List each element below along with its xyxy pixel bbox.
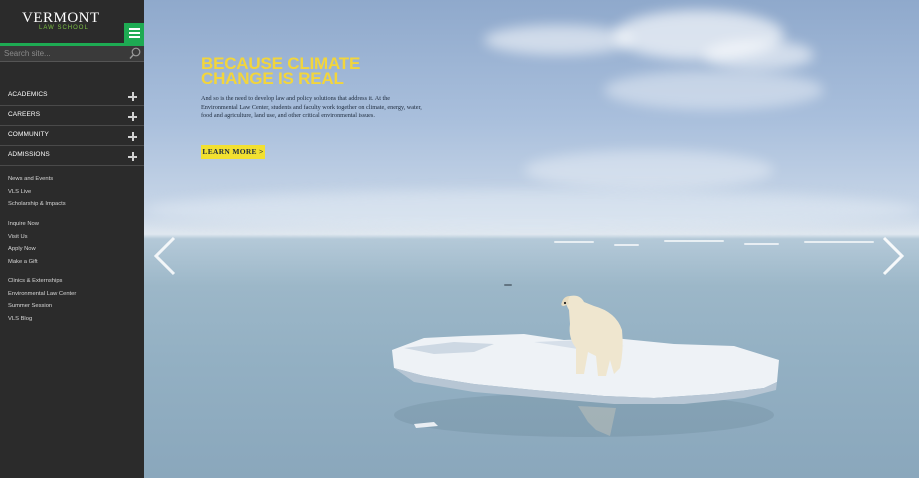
nav-item-academics[interactable]: ACADEMICS (0, 86, 144, 106)
link-vls-blog[interactable]: VLS Blog (8, 313, 138, 326)
nav-item-label: COMMUNITY (8, 131, 49, 138)
hamburger-line (128, 28, 140, 30)
plus-icon[interactable] (128, 132, 137, 141)
search-icon[interactable] (129, 47, 141, 60)
sidebar: VERMONT LAW SCHOOL ACADEMICS CAREERS COM… (0, 0, 144, 478)
link-apply-now[interactable]: Apply Now (8, 243, 138, 256)
link-vls-live[interactable]: VLS Live (8, 186, 138, 199)
nav-item-label: ADMISSIONS (8, 151, 50, 158)
hamburger-line (128, 32, 140, 34)
hero-body: And so is the need to develop law and po… (201, 95, 422, 119)
polar-bear-image (392, 295, 779, 437)
learn-more-button[interactable]: LEARN MORE > (201, 145, 265, 159)
search-input[interactable] (0, 46, 124, 61)
plus-icon[interactable] (128, 92, 137, 101)
quick-links-news: News and Events VLS Live Scholarship & I… (8, 173, 138, 211)
logo-subtitle: LAW SCHOOL (39, 25, 89, 31)
hero-title: BECAUSE CLIMATE CHANGE IS REAL (201, 54, 361, 88)
plus-icon[interactable] (128, 152, 137, 161)
hero-slider: BECAUSE CLIMATE CHANGE IS REAL And so is… (144, 0, 919, 478)
logo[interactable]: VERMONT LAW SCHOOL (0, 0, 124, 43)
link-clinics-externships[interactable]: Clinics & Externships (8, 275, 138, 288)
cloud (604, 70, 824, 110)
link-summer-session[interactable]: Summer Session (8, 300, 138, 313)
nav-item-community[interactable]: COMMUNITY (0, 126, 144, 146)
hamburger-icon[interactable] (124, 23, 144, 43)
chevron-right-icon[interactable] (880, 236, 906, 276)
nav-item-admissions[interactable]: ADMISSIONS (0, 146, 144, 166)
ice-floe (664, 240, 724, 242)
cloud (484, 25, 634, 55)
quick-links-admissions: Inquire Now Visit Us Apply Now Make a Gi… (8, 218, 138, 268)
chevron-left-icon[interactable] (152, 236, 178, 276)
link-visit-us[interactable]: Visit Us (8, 231, 138, 244)
cloud (704, 40, 814, 70)
nav-item-label: ACADEMICS (8, 91, 48, 98)
ice-floe (804, 241, 874, 243)
ice-floe (744, 243, 779, 245)
nav-item-label: CAREERS (8, 111, 41, 118)
search-box (0, 46, 144, 62)
nav-item-careers[interactable]: CAREERS (0, 106, 144, 126)
plus-icon[interactable] (128, 112, 137, 121)
quick-links-programs: Clinics & Externships Environmental Law … (8, 275, 138, 325)
main-nav: ACADEMICS CAREERS COMMUNITY ADMISSIONS (0, 86, 144, 166)
link-make-a-gift[interactable]: Make a Gift (8, 256, 138, 269)
link-inquire-now[interactable]: Inquire Now (8, 218, 138, 231)
horizon-haze (144, 190, 919, 230)
ice-floe (614, 244, 639, 246)
ice-floe (504, 284, 512, 286)
cloud (524, 150, 774, 190)
hamburger-line (128, 36, 140, 38)
ice-floe (554, 241, 594, 243)
link-scholarship-impacts[interactable]: Scholarship & Impacts (8, 198, 138, 211)
link-news-and-events[interactable]: News and Events (8, 173, 138, 186)
link-environmental-law-center[interactable]: Environmental Law Center (8, 288, 138, 301)
